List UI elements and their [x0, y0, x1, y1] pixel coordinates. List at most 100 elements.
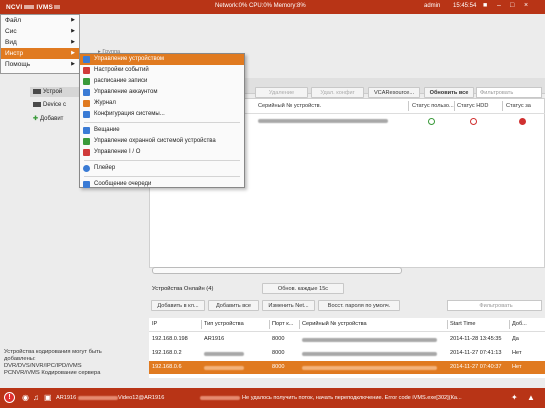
menu-alarm-control[interactable]: Управление охранной системой устройства	[80, 136, 244, 147]
record-schedule-icon	[83, 78, 90, 85]
row-added: Нет	[512, 350, 522, 356]
reset-password-button[interactable]: Восст. пароля по умолч.	[318, 300, 400, 311]
menu-divider	[84, 176, 240, 177]
rec-status-error-icon	[519, 118, 526, 125]
row-port: 8000	[272, 364, 285, 370]
player-icon	[83, 165, 90, 172]
add-all-button[interactable]: Добавить все	[208, 300, 259, 311]
add-to-client-button[interactable]: Добавить в кл...	[151, 300, 205, 311]
col-header-serial[interactable]: Серийный № устройства	[302, 321, 367, 327]
table-row[interactable]: 192.168.0.2 8000 2014-11-27 07:41:13 Нет	[149, 347, 545, 360]
device-icon	[33, 88, 41, 94]
row-ip: 192.168.0.198	[152, 336, 188, 342]
col-header-hdd-status[interactable]: Статус HDD	[457, 103, 488, 109]
menu-player[interactable]: Плейер	[80, 163, 244, 174]
chevron-right-icon: ▶	[71, 39, 75, 45]
expand-icon[interactable]: ▲	[527, 393, 535, 402]
main-menu: Файл ▶ Сис ▶ Вид ▶ Инстр ▶ Помощь ▶	[0, 14, 80, 74]
status-device: AR1916	[56, 395, 77, 401]
row-port: 8000	[272, 336, 285, 342]
row-ip: 192.168.0.6	[152, 364, 182, 370]
alarm-icon[interactable]: !	[4, 392, 15, 403]
message-queue-icon	[83, 181, 90, 188]
menu-tools[interactable]: Инстр ▶	[1, 48, 79, 59]
delete-button[interactable]: Удаление	[255, 87, 308, 98]
col-header-port[interactable]: Порт к...	[272, 321, 293, 327]
row-start-time: 2014-11-28 13:45:35	[450, 336, 502, 342]
menu-view[interactable]: Вид ▶	[1, 37, 79, 48]
menu-message-queue[interactable]: Сообщение очереди	[80, 179, 244, 190]
log-icon	[83, 100, 90, 107]
tree-item-add[interactable]: ✚ Добавит	[33, 115, 63, 122]
menu-account-management[interactable]: Управление аккаунтом	[80, 87, 244, 98]
menu-event-settings[interactable]: Настройки событий	[80, 65, 244, 76]
current-user[interactable]: admin	[424, 3, 440, 9]
event-settings-icon	[83, 67, 90, 74]
io-control-icon	[83, 149, 90, 156]
menu-broadcast[interactable]: Вещание	[80, 125, 244, 136]
lock-icon[interactable]: ■	[483, 2, 487, 9]
clock: 15:45:54	[453, 3, 477, 9]
screen-icon[interactable]: ▣	[44, 393, 52, 402]
refresh-all-button[interactable]: Обновить все	[424, 87, 474, 98]
col-header-ip[interactable]: IP	[152, 321, 157, 327]
col-header-serial[interactable]: Серийный № устройств.	[258, 103, 321, 109]
maximize-icon[interactable]: □	[510, 2, 514, 9]
col-header-user-status[interactable]: Статус пользо...	[412, 103, 454, 109]
system-usage: Network:0% CPU:0% Memory:8%	[215, 3, 306, 9]
table-row-selected[interactable]: 192.168.0.6 8000 2014-11-27 07:40:37 Нет	[149, 361, 545, 374]
lower-filter-input[interactable]: Фильтровать	[447, 300, 542, 311]
menu-log[interactable]: Журнал	[80, 98, 244, 109]
device-icon	[33, 102, 41, 107]
col-header-type[interactable]: Тип устройства	[204, 321, 244, 327]
col-header-rec-status[interactable]: Статус за	[506, 103, 531, 109]
notification-icon[interactable]: ◉	[22, 393, 29, 402]
vca-resource-button[interactable]: VCAResource...	[368, 87, 420, 98]
device-management-icon	[83, 56, 90, 63]
alarm-control-icon	[83, 138, 90, 145]
status-video-channel: Video12@AR1916	[118, 395, 165, 401]
add-icon: ✚	[33, 116, 39, 122]
menu-device-management[interactable]: Управление устройством	[80, 54, 244, 65]
tree-item-devices[interactable]: Устрой	[30, 87, 80, 97]
user-status-ok-icon	[428, 118, 435, 125]
menu-record-schedule[interactable]: расписание записи	[80, 76, 244, 87]
menu-system-config[interactable]: Конфигурация системы...	[80, 109, 244, 120]
chevron-right-icon: ▶	[71, 17, 75, 23]
encoder-note-line3: DVR/DVS/NVR/IPC/IPD/iVMS	[4, 363, 82, 369]
system-config-icon	[83, 111, 90, 118]
row-added: Нет	[512, 364, 522, 370]
menu-divider	[84, 122, 240, 123]
status-bar: ! ◉ ♫ ▣ AR1916 Video12@AR1916 Не удалось…	[0, 388, 545, 408]
close-icon[interactable]: ×	[524, 2, 528, 9]
minimize-icon[interactable]: –	[497, 2, 501, 9]
table-header-row: IP Тип устройства Порт к... Серийный № у…	[149, 318, 545, 331]
hdd-status-error-icon	[470, 118, 477, 125]
chevron-right-icon: ▶	[71, 28, 75, 34]
col-header-start-time[interactable]: Start Time	[450, 321, 476, 327]
modify-netinfo-button[interactable]: Изменить Net...	[262, 300, 315, 311]
row-start-time: 2014-11-27 07:40:37	[450, 364, 502, 370]
speaker-icon[interactable]: ♫	[33, 393, 39, 402]
menu-help[interactable]: Помощь ▶	[1, 59, 79, 70]
menu-file[interactable]: Файл ▶	[1, 15, 79, 26]
encoder-note-line1: Устройства кодирования могут быть	[4, 349, 102, 355]
online-devices-label: Устройства Онлайн (4)	[152, 286, 214, 292]
menu-system[interactable]: Сис ▶	[1, 26, 79, 37]
col-header-added[interactable]: Доб...	[512, 321, 527, 327]
pin-icon[interactable]: ✦	[511, 393, 518, 402]
encoder-note-line2: добавлены:	[4, 356, 36, 362]
row-start-time: 2014-11-27 07:41:13	[450, 350, 502, 356]
tree-item-device-group[interactable]: Device c	[33, 102, 66, 108]
app-logo: NCVI IVMS	[6, 4, 61, 11]
horizontal-scrollbar[interactable]	[152, 267, 402, 274]
account-icon	[83, 89, 90, 96]
status-message: Не удалось получить поток, начать перепо…	[242, 395, 462, 401]
table-row[interactable]: 192.168.0.198 AR1916 8000 2014-11-28 13:…	[149, 333, 545, 346]
row-port: 8000	[272, 350, 285, 356]
refresh-every-15s-button[interactable]: Обнов. каждые 15с	[262, 283, 344, 294]
tools-submenu: Управление устройством Настройки событий…	[79, 53, 245, 188]
remote-config-button[interactable]: Удал. конфиг	[311, 87, 364, 98]
upper-filter-input[interactable]: Фильтровать	[476, 87, 542, 98]
menu-io-control[interactable]: Управление I / O	[80, 147, 244, 158]
